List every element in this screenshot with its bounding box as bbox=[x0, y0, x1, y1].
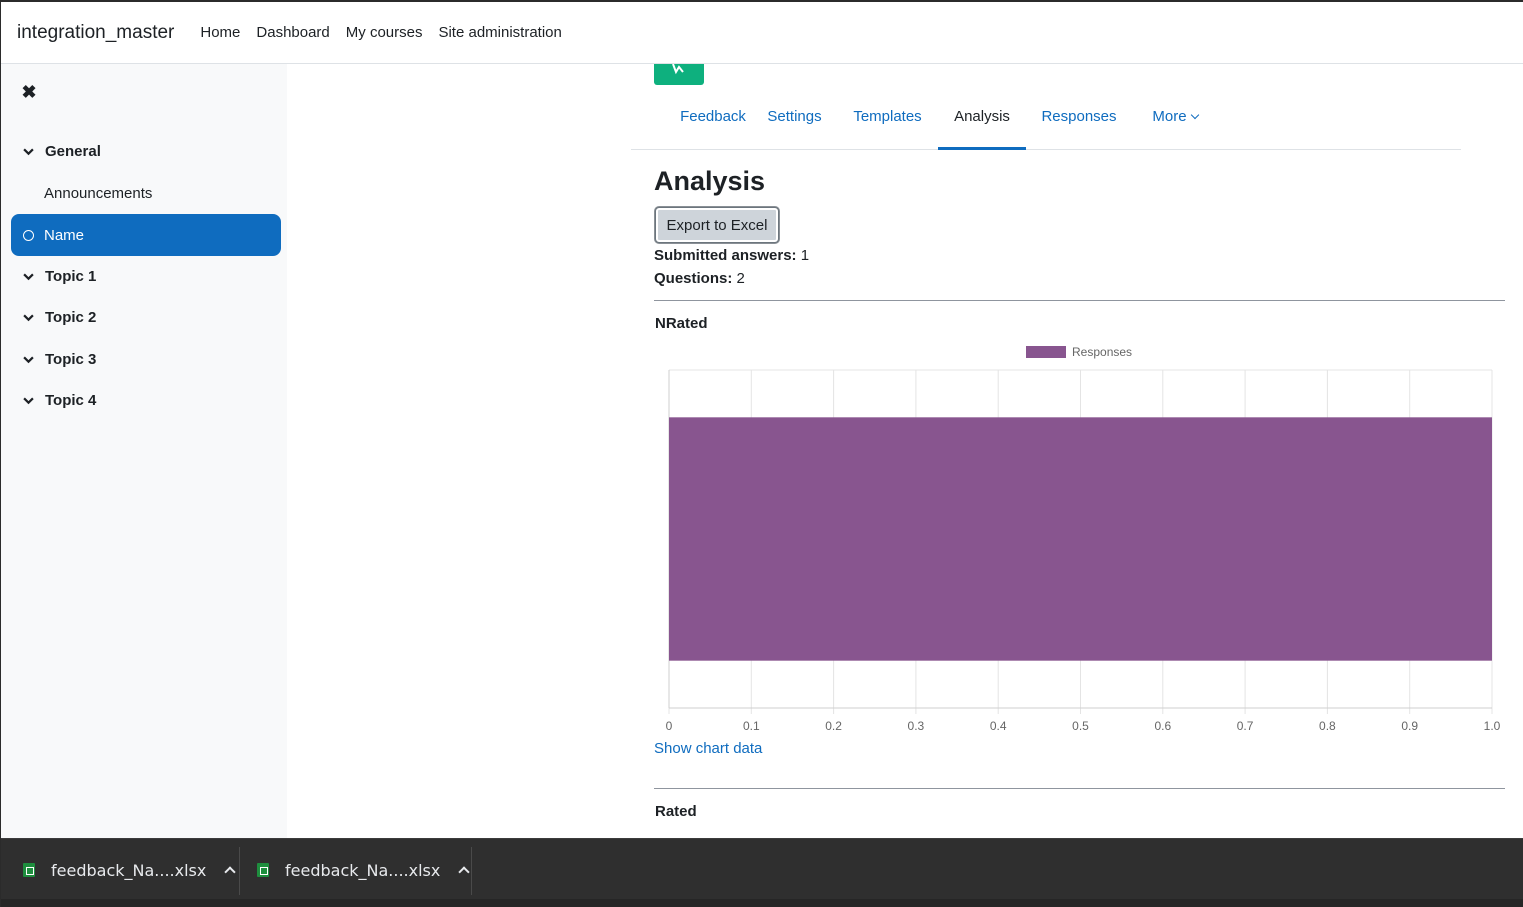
divider bbox=[471, 847, 472, 895]
chevron-up-icon[interactable] bbox=[458, 866, 471, 878]
tab-label: Feedback bbox=[680, 108, 746, 125]
tab-label: Templates bbox=[853, 108, 922, 125]
page-title: Analysis bbox=[654, 166, 766, 196]
x-tick-label: 0.2 bbox=[825, 719, 842, 733]
questions-value: 2 bbox=[736, 270, 745, 287]
question-title-nrated: NRated bbox=[655, 315, 708, 332]
tab-feedback[interactable]: Feedback bbox=[653, 96, 773, 150]
tab-analysis[interactable]: Analysis bbox=[938, 96, 1026, 150]
divider bbox=[654, 788, 1505, 789]
nav-home[interactable]: Home bbox=[200, 24, 240, 41]
chevron-down-icon[interactable] bbox=[11, 395, 45, 406]
tab-label: Settings bbox=[767, 108, 822, 125]
question-title-rated: Rated bbox=[655, 803, 697, 820]
tab-label: Analysis bbox=[954, 108, 1010, 125]
top-navbar: integration_master Home Dashboard My cou… bbox=[1, 0, 1523, 64]
browser-download-bar: feedback_Na....xlsx feedback_Na....xlsx bbox=[1, 838, 1523, 907]
section-label: General bbox=[45, 142, 101, 160]
section-topic-1[interactable]: Topic 1 bbox=[11, 255, 281, 297]
nav-my-courses[interactable]: My courses bbox=[346, 24, 423, 41]
tab-responses[interactable]: Responses bbox=[1032, 96, 1126, 150]
submitted-answers-label: Submitted answers: bbox=[654, 247, 797, 264]
circle-icon bbox=[23, 229, 34, 241]
nav-dashboard[interactable]: Dashboard bbox=[256, 24, 329, 41]
legend-label: Responses bbox=[1072, 345, 1132, 359]
download-item[interactable]: feedback_Na....xlsx bbox=[257, 839, 471, 901]
submitted-answers-value: 1 bbox=[800, 247, 810, 264]
x-tick-label: 0.5 bbox=[1072, 719, 1089, 733]
course-index-drawer: ✖ General Announcements Name Topic 1 Top… bbox=[1, 64, 287, 838]
questions-label: Questions: bbox=[654, 270, 733, 287]
legend-swatch bbox=[1026, 346, 1066, 358]
section-label: Topic 2 bbox=[45, 308, 97, 326]
questions-count: Questions: 2 bbox=[654, 270, 745, 287]
section-topic-4[interactable]: Topic 4 bbox=[11, 379, 281, 421]
spreadsheet-file-icon bbox=[257, 863, 269, 877]
secondary-navigation: Feedback Settings Templates Analysis Res… bbox=[631, 96, 1461, 150]
show-chart-data-link[interactable]: Show chart data bbox=[654, 740, 762, 757]
x-tick-label: 0.9 bbox=[1401, 719, 1418, 733]
x-tick-label: 0.1 bbox=[743, 719, 760, 733]
x-tick-label: 0.4 bbox=[990, 719, 1007, 733]
tab-settings[interactable]: Settings bbox=[757, 96, 832, 150]
course-item-label: Name bbox=[44, 226, 85, 244]
course-item-name-active[interactable]: Name bbox=[11, 214, 281, 256]
bar bbox=[669, 417, 1492, 661]
nav-site-administration[interactable]: Site administration bbox=[438, 24, 561, 41]
x-tick-label: 0 bbox=[666, 719, 673, 733]
course-item-announcements[interactable]: Announcements bbox=[11, 173, 281, 213]
section-topic-2[interactable]: Topic 2 bbox=[11, 296, 281, 338]
chevron-down-icon[interactable] bbox=[11, 354, 45, 365]
submitted-answers: Submitted answers: 1 bbox=[654, 247, 809, 264]
x-tick-label: 0.3 bbox=[908, 719, 925, 733]
chevron-down-icon[interactable] bbox=[11, 312, 45, 323]
chevron-down-icon[interactable] bbox=[11, 146, 45, 157]
section-label: Topic 4 bbox=[45, 391, 97, 409]
divider bbox=[654, 300, 1505, 301]
close-drawer-icon[interactable]: ✖ bbox=[19, 82, 39, 102]
download-item[interactable]: feedback_Na....xlsx bbox=[23, 839, 237, 901]
section-general[interactable]: General bbox=[11, 130, 281, 172]
section-label: Topic 3 bbox=[45, 350, 97, 368]
export-to-excel-button[interactable]: Export to Excel bbox=[655, 207, 779, 243]
chevron-down-icon bbox=[1190, 110, 1199, 120]
x-tick-label: 0.8 bbox=[1319, 719, 1336, 733]
spreadsheet-file-icon bbox=[23, 863, 35, 877]
download-filename: feedback_Na....xlsx bbox=[51, 860, 207, 880]
x-tick-label: 0.6 bbox=[1154, 719, 1171, 733]
section-topic-3[interactable]: Topic 3 bbox=[11, 338, 281, 380]
tab-templates[interactable]: Templates bbox=[840, 96, 935, 150]
divider bbox=[239, 847, 240, 895]
feedback-activity-icon bbox=[654, 64, 704, 85]
nrated-bar-chart: Responses 0 0.1 0.2 0.3 0.4 0.5 0.6 0.7 0.8 0.9 1.0 bbox=[666, 345, 1501, 733]
tab-label: Responses bbox=[1041, 108, 1117, 125]
tab-label: More bbox=[1152, 108, 1187, 125]
site-brand[interactable]: integration_master bbox=[17, 22, 174, 44]
chevron-up-icon[interactable] bbox=[224, 866, 237, 878]
download-filename: feedback_Na....xlsx bbox=[285, 860, 441, 880]
chevron-down-icon[interactable] bbox=[11, 271, 45, 282]
section-label: Topic 1 bbox=[45, 267, 97, 285]
tab-more[interactable]: More bbox=[1137, 96, 1213, 150]
x-tick-label: 1.0 bbox=[1484, 719, 1501, 733]
x-tick-label: 0.7 bbox=[1237, 719, 1254, 733]
bottom-strip bbox=[1, 899, 1523, 907]
